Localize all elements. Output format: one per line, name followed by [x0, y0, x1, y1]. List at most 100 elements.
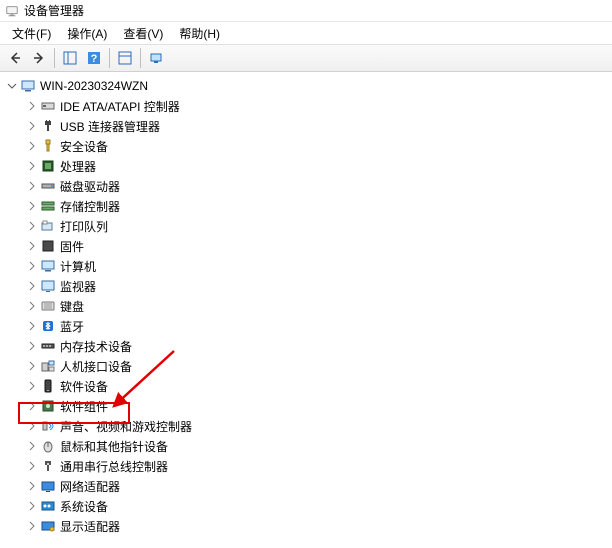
- tree-item-label: 通用串行总线控制器: [60, 458, 168, 475]
- expand-icon[interactable]: [24, 418, 40, 434]
- expand-icon[interactable]: [24, 398, 40, 414]
- expand-icon[interactable]: [24, 178, 40, 194]
- tree-item-label: 软件设备: [60, 378, 108, 395]
- tree-item[interactable]: 磁盘驱动器: [4, 176, 612, 196]
- tree-root-label: WIN-20230324WZN: [40, 79, 148, 93]
- tree-item-label: 网络适配器: [60, 478, 120, 495]
- device-manager-icon: [4, 3, 20, 19]
- expand-icon[interactable]: [24, 478, 40, 494]
- tree-item[interactable]: IDE ATA/ATAPI 控制器: [4, 96, 612, 116]
- tree-item-label: IDE ATA/ATAPI 控制器: [60, 98, 180, 115]
- expand-icon[interactable]: [24, 458, 40, 474]
- category-icon: [40, 358, 56, 374]
- tree-item[interactable]: USB 连接器管理器: [4, 116, 612, 136]
- expand-icon[interactable]: [24, 98, 40, 114]
- tree-item[interactable]: 声音、视频和游戏控制器: [4, 416, 612, 436]
- tree-item[interactable]: 计算机: [4, 256, 612, 276]
- back-button[interactable]: [3, 46, 27, 70]
- expand-icon[interactable]: [24, 138, 40, 154]
- expand-icon[interactable]: [24, 198, 40, 214]
- tree-item[interactable]: 显示适配器: [4, 516, 612, 536]
- category-icon: [40, 518, 56, 534]
- expand-icon[interactable]: [24, 278, 40, 294]
- expand-icon[interactable]: [24, 158, 40, 174]
- tree-item-label: 系统设备: [60, 498, 108, 515]
- collapse-icon[interactable]: [4, 78, 20, 94]
- tree-item[interactable]: 通用串行总线控制器: [4, 456, 612, 476]
- forward-button[interactable]: [27, 46, 51, 70]
- category-icon: [40, 298, 56, 314]
- category-icon: [40, 138, 56, 154]
- category-icon: [40, 418, 56, 434]
- tree-item-label: 处理器: [60, 158, 96, 175]
- tree-item[interactable]: 打印队列: [4, 216, 612, 236]
- toolbar-separator: [109, 48, 110, 68]
- tree-item[interactable]: 系统设备: [4, 496, 612, 516]
- tree-item[interactable]: 处理器: [4, 156, 612, 176]
- scan-hardware-button[interactable]: [144, 46, 168, 70]
- tree-item-label: 监视器: [60, 278, 96, 295]
- expand-icon[interactable]: [24, 498, 40, 514]
- category-icon: [40, 238, 56, 254]
- tree-item-label: 磁盘驱动器: [60, 178, 120, 195]
- category-icon: [40, 318, 56, 334]
- help-button[interactable]: ?: [82, 46, 106, 70]
- category-icon: [40, 258, 56, 274]
- device-tree[interactable]: WIN-20230324WZN IDE ATA/ATAPI 控制器 USB 连接器…: [0, 72, 612, 548]
- tree-root[interactable]: WIN-20230324WZN: [4, 76, 612, 96]
- expand-icon[interactable]: [24, 438, 40, 454]
- computer-icon: [20, 78, 36, 94]
- category-icon: [40, 398, 56, 414]
- tree-item[interactable]: 软件设备: [4, 376, 612, 396]
- expand-icon[interactable]: [24, 358, 40, 374]
- tree-item[interactable]: 软件组件: [4, 396, 612, 416]
- tree-item[interactable]: 存储控制器: [4, 196, 612, 216]
- category-icon: [40, 158, 56, 174]
- tree-item-label: USB 连接器管理器: [60, 118, 160, 135]
- menu-action[interactable]: 操作(A): [59, 23, 115, 44]
- tree-item-label: 存储控制器: [60, 198, 120, 215]
- tree-item-label: 人机接口设备: [60, 358, 132, 375]
- toolbar-separator: [140, 48, 141, 68]
- category-icon: [40, 218, 56, 234]
- tree-item[interactable]: 键盘: [4, 296, 612, 316]
- expand-icon[interactable]: [24, 238, 40, 254]
- category-icon: [40, 438, 56, 454]
- expand-icon[interactable]: [24, 118, 40, 134]
- tree-item[interactable]: 监视器: [4, 276, 612, 296]
- category-icon: [40, 98, 56, 114]
- expand-icon[interactable]: [24, 378, 40, 394]
- tree-item[interactable]: 鼠标和其他指针设备: [4, 436, 612, 456]
- toolbar-separator: [54, 48, 55, 68]
- svg-text:?: ?: [91, 53, 98, 65]
- expand-icon[interactable]: [24, 218, 40, 234]
- category-icon: [40, 498, 56, 514]
- menu-help[interactable]: 帮助(H): [171, 23, 228, 44]
- category-icon: [40, 338, 56, 354]
- tree-item-label: 固件: [60, 238, 84, 255]
- tree-item[interactable]: 安全设备: [4, 136, 612, 156]
- expand-icon[interactable]: [24, 338, 40, 354]
- tree-item-label: 鼠标和其他指针设备: [60, 438, 168, 455]
- window-title: 设备管理器: [24, 2, 84, 19]
- toolbar: ?: [0, 44, 612, 72]
- category-icon: [40, 198, 56, 214]
- category-icon: [40, 478, 56, 494]
- menu-file[interactable]: 文件(F): [4, 23, 59, 44]
- tree-item[interactable]: 人机接口设备: [4, 356, 612, 376]
- tree-item[interactable]: 内存技术设备: [4, 336, 612, 356]
- show-hide-tree-button[interactable]: [58, 46, 82, 70]
- tree-item[interactable]: 固件: [4, 236, 612, 256]
- menu-view[interactable]: 查看(V): [115, 23, 171, 44]
- expand-icon[interactable]: [24, 318, 40, 334]
- tree-item[interactable]: 蓝牙: [4, 316, 612, 336]
- tree-item[interactable]: 网络适配器: [4, 476, 612, 496]
- tree-item-label: 键盘: [60, 298, 84, 315]
- expand-icon[interactable]: [24, 518, 40, 534]
- tree-item-label: 打印队列: [60, 218, 108, 235]
- tree-item-label: 声音、视频和游戏控制器: [60, 418, 192, 435]
- expand-icon[interactable]: [24, 298, 40, 314]
- properties-button[interactable]: [113, 46, 137, 70]
- category-icon: [40, 118, 56, 134]
- expand-icon[interactable]: [24, 258, 40, 274]
